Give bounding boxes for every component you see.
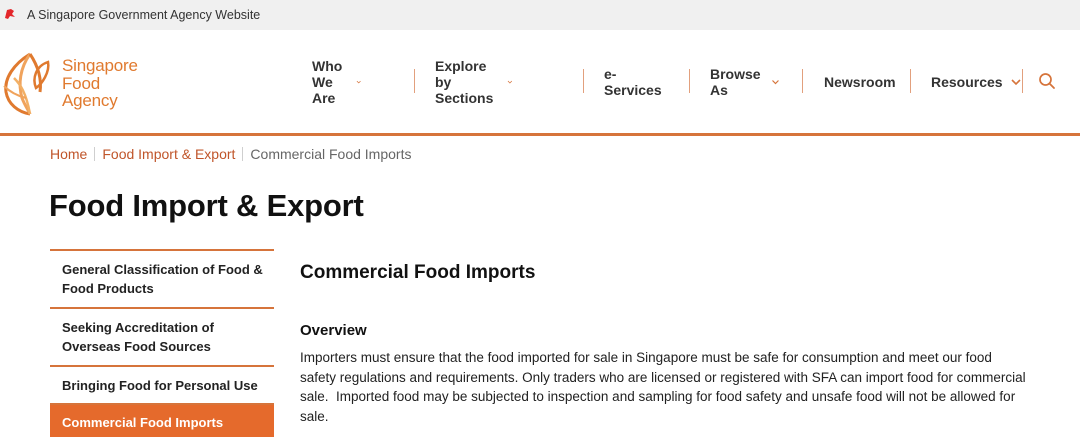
nav-newsroom-label: Newsroom [824, 74, 896, 90]
logo-line-2: Food [62, 73, 100, 93]
nav-resources[interactable]: Resources [931, 68, 1022, 96]
nav-e-services[interactable]: e-Services [604, 66, 662, 98]
nav-divider [802, 69, 803, 93]
breadcrumb-home[interactable]: Home [50, 146, 87, 162]
breadcrumb: Home Food Import & Export Commercial Foo… [50, 146, 411, 162]
logo-line-3: Agency [62, 91, 118, 110]
breadcrumb-food-import-export[interactable]: Food Import & Export [102, 146, 235, 162]
overview-heading: Overview [300, 322, 367, 339]
singapore-lion-icon [5, 9, 15, 19]
nav-browse-as-label: Browse As [710, 66, 761, 98]
side-nav-item-label: Bringing Food for Personal Use [62, 377, 258, 393]
nav-newsroom[interactable]: Newsroom [824, 68, 896, 96]
nav-divider [910, 69, 911, 93]
page-title: Food Import & Export [49, 188, 364, 223]
side-nav-item-seeking-accreditation[interactable]: Seeking Accreditation of Overseas Food S… [50, 307, 274, 365]
gov-banner: A Singapore Government Agency Website [0, 0, 1080, 30]
nav-browse-as[interactable]: Browse As [710, 66, 780, 98]
nav-divider [689, 69, 690, 93]
nav-who-we-are[interactable]: Who We Are [312, 58, 361, 106]
chevron-down-icon [356, 80, 361, 84]
nav-explore-by-sections-label: Explore by Sections [435, 58, 494, 106]
side-nav-item-label: Commercial Food Imports [62, 414, 224, 430]
sfa-logo[interactable]: Singapore Food Agency [0, 48, 150, 120]
sfa-logo-mark-icon [3, 52, 50, 116]
overview-text: Importers must ensure that the food impo… [300, 350, 1030, 424]
nav-divider [583, 69, 584, 93]
side-nav-item-personal-use[interactable]: Bringing Food for Personal Use [50, 365, 274, 403]
search-icon[interactable] [1038, 72, 1056, 90]
section-title: Commercial Food Imports [300, 262, 536, 283]
nav-explore-by-sections[interactable]: Explore by Sections [435, 58, 512, 106]
nav-divider [414, 69, 415, 93]
breadcrumb-current: Commercial Food Imports [250, 146, 412, 162]
chevron-down-icon [507, 80, 512, 84]
nav-divider [1022, 69, 1023, 93]
nav-e-services-label: e-Services [604, 66, 662, 98]
breadcrumb-separator [242, 147, 244, 161]
side-nav-item-general-classification[interactable]: General Classification of Food & Food Pr… [50, 249, 274, 307]
chevron-down-icon [771, 80, 779, 85]
side-nav-item-label: Seeking Accreditation of Overseas Food S… [62, 320, 214, 354]
gov-banner-text: A Singapore Government Agency Website [27, 8, 261, 22]
nav-resources-label: Resources [931, 74, 1003, 90]
side-nav-item-label: General Classification of Food & Food Pr… [62, 262, 263, 296]
sfa-logo-text: Singapore Food Agency [62, 57, 138, 110]
header-divider [0, 133, 1080, 136]
nav-who-we-are-label: Who We Are [312, 58, 343, 106]
side-nav-item-commercial-food-imports[interactable]: Commercial Food Imports [50, 403, 274, 437]
side-nav: General Classification of Food & Food Pr… [50, 249, 274, 437]
breadcrumb-separator [94, 147, 96, 161]
chevron-down-icon [1011, 79, 1021, 86]
site-header [0, 30, 1080, 134]
logo-line-1: Singapore [62, 56, 138, 75]
